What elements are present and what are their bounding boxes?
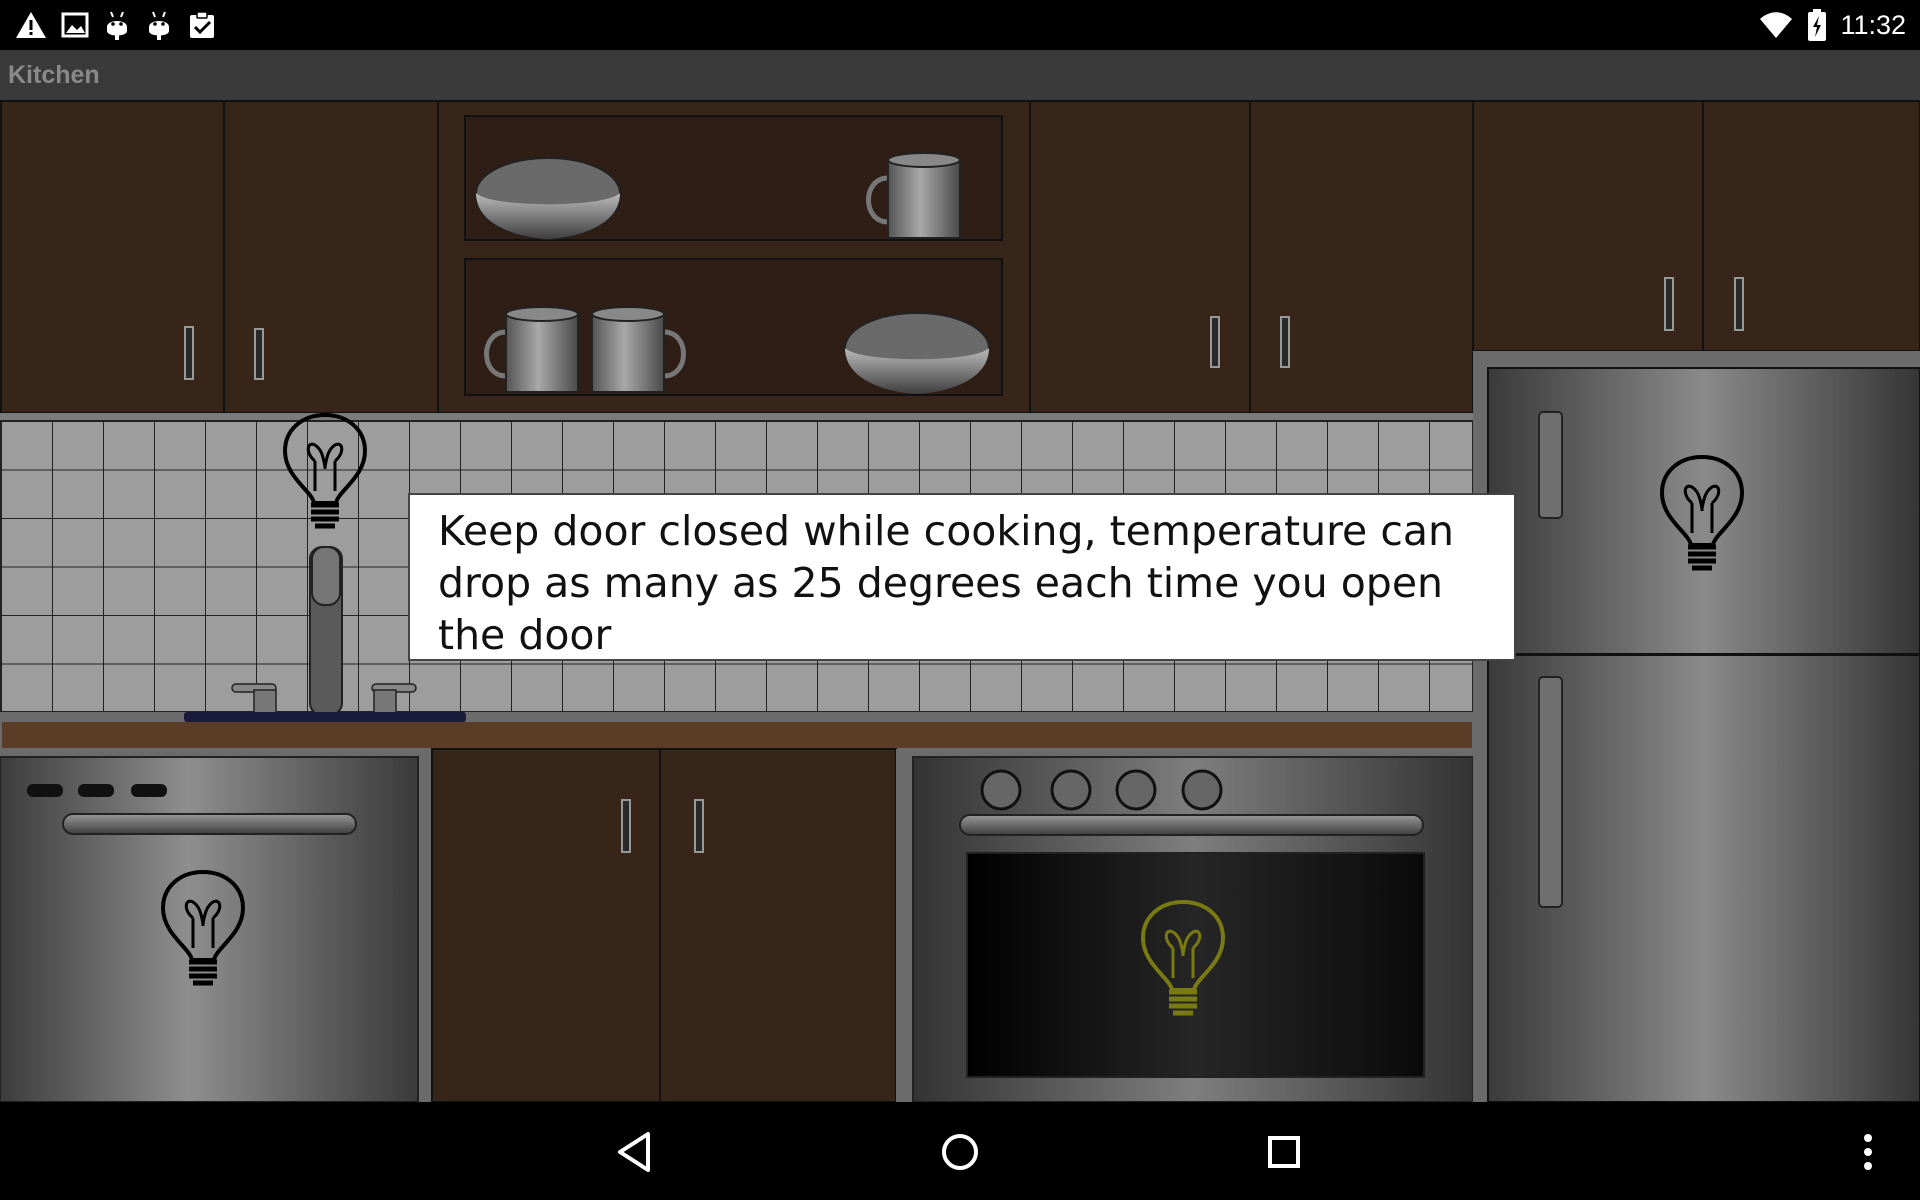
home-icon[interactable]	[934, 1126, 986, 1178]
status-bar: 11:32	[0, 0, 1920, 50]
app-bar: Kitchen	[0, 50, 1920, 100]
sink-light-bulb-icon[interactable]	[281, 411, 369, 531]
recents-icon[interactable]	[1258, 1126, 1310, 1178]
navigation-bar	[0, 1102, 1920, 1200]
notification-icons	[14, 8, 218, 42]
bowl	[474, 157, 622, 241]
back-icon[interactable]	[610, 1126, 662, 1178]
oven-light-bulb-icon[interactable]	[1139, 898, 1227, 1018]
battery-charging-icon	[1808, 9, 1827, 41]
clock: 11:32	[1840, 9, 1906, 40]
energy-tip-popup[interactable]: Keep door closed while cooking, temperat…	[408, 493, 1516, 661]
overflow-menu-icon[interactable]	[1842, 1126, 1894, 1178]
clipboard-check-icon	[190, 11, 214, 38]
fridge-light-bulb-icon[interactable]	[1658, 453, 1746, 573]
energy-tip-text: Keep door closed while cooking, temperat…	[438, 507, 1454, 659]
android-icon	[149, 11, 169, 40]
android-icon	[107, 11, 127, 40]
app-title: Kitchen	[8, 61, 100, 89]
dishwasher-light-bulb-icon[interactable]	[159, 868, 247, 988]
system-icons: 11:32	[1758, 8, 1906, 42]
wifi-icon	[1760, 12, 1793, 38]
warning-icon	[16, 12, 46, 38]
image-icon	[61, 12, 89, 38]
